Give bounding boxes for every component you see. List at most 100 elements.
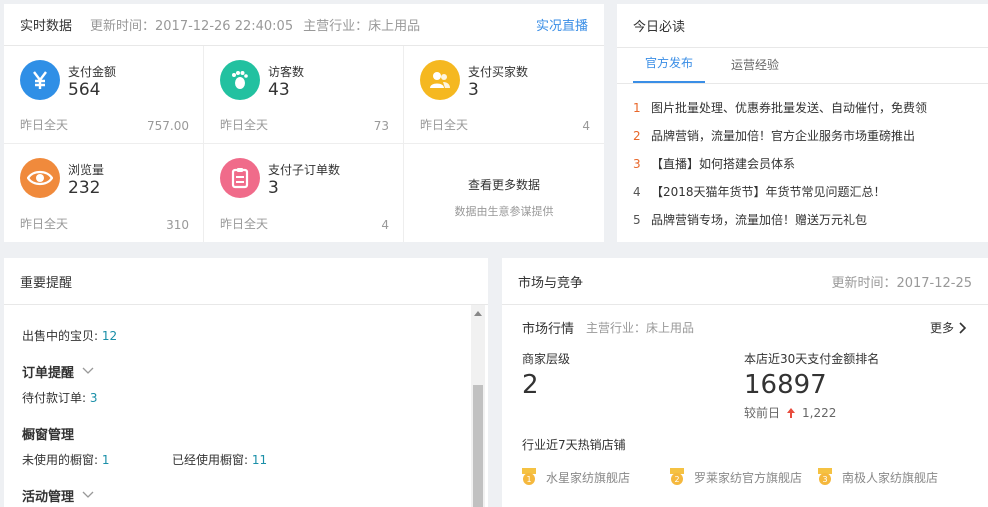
must-read-tabs: 官方发布 运营经验 (617, 48, 988, 84)
clipboard-icon (220, 158, 260, 198)
metric-pageviews[interactable]: 浏览量 232 昨日全天 310 (4, 144, 204, 242)
yesterday-label: 昨日全天 (20, 217, 69, 231)
medal-rank: 1 (523, 473, 535, 485)
unused-window: 未使用的橱窗: 1 (22, 451, 172, 468)
rank-compare: 较前日 1,222 (744, 404, 836, 421)
market-panel: 市场与竞争 更新时间：2017-12-25 市场行情 主营行业：床上用品 更多 … (502, 258, 988, 507)
market-header: 市场与竞争 更新时间：2017-12-25 (502, 258, 988, 305)
yesterday-label: 昨日全天 (220, 118, 269, 132)
activity-management-title[interactable]: 活动管理 (22, 486, 459, 505)
item-number: 1 (633, 101, 641, 115)
yesterday-value: 4 (381, 218, 389, 232)
used-label: 已经使用橱窗: (172, 453, 249, 467)
medal-rank: 3 (819, 473, 831, 485)
arrow-up-icon (787, 407, 796, 418)
window-management-title: 橱窗管理 (22, 424, 459, 443)
item-number: 3 (633, 157, 641, 171)
hot-shop-item[interactable]: 1 水星家纺旗舰店 (522, 468, 670, 486)
live-link[interactable]: 实况直播 (536, 15, 588, 34)
metric-value: 3 (268, 178, 279, 198)
medal-icon: 3 (818, 468, 832, 486)
market-sub-title: 市场行情 (522, 322, 575, 337)
pending-value[interactable]: 3 (90, 391, 98, 405)
realtime-header: 实时数据 更新时间：2017-12-26 22:40:05 主营行业：床上用品 … (4, 4, 604, 46)
metric-pay-amount[interactable]: 支付金额 564 昨日全天 757.00 (4, 46, 204, 144)
yesterday-value: 757.00 (147, 119, 189, 133)
list-item[interactable]: 1 图片批量处理、优惠券批量发送、自动催付，免费领 (633, 94, 972, 122)
pending-payment-row: 待付款订单: 3 (22, 389, 459, 406)
data-source-note: 数据由生意参谋提供 (454, 205, 554, 218)
yesterday-label: 昨日全天 (20, 118, 69, 132)
unused-value[interactable]: 1 (102, 453, 110, 467)
realtime-title: 实时数据 (20, 19, 73, 34)
reminders-body: 出售中的宝贝: 12 订单提醒 待付款订单: 3 橱窗管理 未使用的橱窗: 1 … (4, 305, 477, 507)
order-reminder-label: 订单提醒 (22, 366, 75, 381)
reminders-title: 重要提醒 (20, 275, 73, 291)
market-title: 市场与竞争 (518, 275, 584, 291)
compare-label: 较前日 (744, 406, 781, 420)
metric-value: 3 (468, 80, 479, 100)
yesterday-label: 昨日全天 (220, 217, 269, 231)
realtime-update-time: 更新时间：2017-12-26 22:40:05 (90, 19, 294, 34)
footprint-icon (220, 60, 260, 100)
list-item[interactable]: 2 品牌营销，流量加倍！官方企业服务市场重磅推出 (633, 122, 972, 150)
order-reminder-title[interactable]: 订单提醒 (22, 362, 459, 381)
unused-label: 未使用的橱窗: (22, 453, 99, 467)
yesterday-label: 昨日全天 (420, 118, 469, 132)
more-data-link[interactable]: 查看更多数据 (404, 176, 604, 193)
hot-shop-item[interactable]: 2 罗莱家纺官方旗舰店 (670, 468, 818, 486)
used-value[interactable]: 11 (252, 453, 267, 467)
hot-shops-list: 1 水星家纺旗舰店 2 罗莱家纺官方旗舰店 3 南极人家纺旗舰店 (522, 468, 938, 486)
list-item[interactable]: 5 品牌营销专场，流量加倍！赠送万元礼包 (633, 206, 972, 234)
yesterday-value: 310 (166, 218, 189, 232)
yesterday-value: 73 (373, 119, 389, 133)
metric-label: 访客数 (268, 65, 305, 79)
on-sale-label: 出售中的宝贝: (22, 329, 99, 343)
reminders-scrollbar[interactable] (471, 305, 485, 507)
shop-name: 南极人家纺旗舰店 (842, 470, 939, 485)
window-row: 未使用的橱窗: 1 已经使用橱窗: 11 (22, 451, 459, 468)
scroll-up-arrow-icon[interactable] (474, 311, 482, 316)
eye-icon (20, 158, 60, 198)
metric-visitors[interactable]: 访客数 43 昨日全天 73 (204, 46, 404, 144)
more-link[interactable]: 更多 (930, 319, 968, 336)
reminders-panel: 重要提醒 出售中的宝贝: 12 订单提醒 待付款订单: 3 橱窗管理 未使用的橱… (4, 258, 488, 507)
metric-value: 43 (268, 80, 290, 100)
medal-rank: 2 (671, 473, 683, 485)
scroll-thumb[interactable] (473, 385, 483, 507)
metric-sub-orders[interactable]: 支付子订单数 3 昨日全天 4 (204, 144, 404, 242)
on-sale-value[interactable]: 12 (102, 329, 117, 343)
market-subheader: 市场行情 主营行业：床上用品 更多 (522, 318, 968, 337)
must-read-title: 今日必读 (633, 20, 686, 35)
tab-operations[interactable]: 运营经验 (731, 56, 779, 83)
metric-buyers[interactable]: 支付买家数 3 昨日全天 4 (404, 46, 604, 144)
merchant-level-label: 商家层级 (522, 352, 571, 366)
window-management-label: 橱窗管理 (22, 428, 75, 443)
rank-label: 本店近30天支付金额排名 (744, 352, 880, 366)
item-text: 【直播】如何搭建会员体系 (651, 157, 796, 171)
item-text: 【2018天猫年货节】年货节常见问题汇总！ (651, 185, 886, 199)
item-text: 图片批量处理、优惠券批量发送、自动催付，免费领 (651, 101, 928, 115)
list-item[interactable]: 4 【2018天猫年货节】年货节常见问题汇总！ (633, 178, 972, 206)
users-icon (420, 60, 460, 100)
rank-value: 16897 (744, 370, 827, 400)
chevron-down-icon[interactable] (82, 365, 94, 378)
medal-icon: 1 (522, 468, 536, 486)
activity-management-label: 活动管理 (22, 490, 75, 505)
list-item[interactable]: 3 【直播】如何搭建会员体系 (633, 150, 972, 178)
compare-value: 1,222 (802, 405, 837, 420)
yen-icon (20, 60, 60, 100)
more-data-cell[interactable]: 查看更多数据 数据由生意参谋提供 (404, 144, 604, 242)
shop-name: 水星家纺旗舰店 (546, 470, 631, 485)
hot-shops-title: 行业近7天热销店铺 (522, 438, 626, 452)
hot-shop-item[interactable]: 3 南极人家纺旗舰店 (818, 468, 938, 486)
merchant-level-value: 2 (522, 370, 539, 400)
chevron-down-icon[interactable] (82, 489, 94, 502)
market-sub-industry: 主营行业：床上用品 (586, 321, 695, 335)
market-update-time: 更新时间：2017-12-25 (831, 275, 972, 291)
on-sale-row: 出售中的宝贝: 12 (22, 327, 459, 344)
tab-official[interactable]: 官方发布 (633, 54, 706, 83)
item-text: 品牌营销，流量加倍！官方企业服务市场重磅推出 (651, 129, 916, 143)
must-read-list: 1 图片批量处理、优惠券批量发送、自动催付，免费领 2 品牌营销，流量加倍！官方企业… (617, 84, 988, 234)
item-number: 2 (633, 129, 641, 143)
